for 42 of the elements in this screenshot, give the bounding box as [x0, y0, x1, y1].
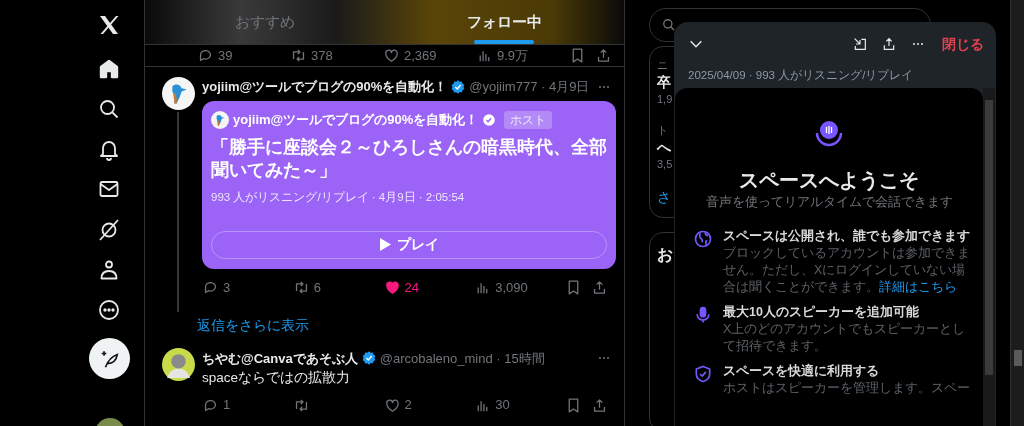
space-card[interactable]: yojiim@ツールでブログの90%を自動化！ ホスト 「勝手に座談会２～ひろしさんの暗黒時代、全部聞いてみた～」 993 人がリスニング/リプレイ · 4月9日 · 2:05:54 プレイ — [202, 101, 616, 269]
count: 24 — [404, 278, 419, 297]
space-stats: 993 人がリスニング/リプレイ · 4月9日 · 2:05:54 — [211, 189, 466, 205]
author-name[interactable]: ちやむ@Canvaであそぶ人 — [202, 348, 358, 368]
trend-text[interactable]: 3,5 — [657, 156, 673, 173]
count: 6 — [313, 278, 321, 297]
feature-title: 最大10人のスピーカーを追加可能 — [723, 303, 919, 321]
feature-text: X上のどのアカウントでもスピーカーとして招待できます。 — [723, 320, 967, 355]
feature-title: スペースは公開され、誰でも参加できます — [723, 227, 970, 245]
trend-text[interactable]: 1,9 — [657, 91, 673, 108]
count: 378 — [311, 46, 333, 65]
tweet-meta: @arcobaleno_mind · 15時間 — [379, 349, 545, 368]
count: 1 — [223, 396, 231, 415]
count: 3 — [223, 278, 231, 297]
count: 3,090 — [495, 278, 528, 297]
tweet-meta: @yojiim777 · 4月9日 — [469, 78, 590, 97]
author-name[interactable]: yojiim@ツールでブログの90%を自動化！ — [202, 77, 448, 97]
welcome-title: スペースへようこそ — [739, 168, 919, 192]
feature-text: ホストはスピーカーを管理します。スペー — [723, 379, 971, 397]
tweet-text: spaceならではの拡散力 — [202, 369, 351, 388]
host-name: yojiim@ツールでブログの90%を自動化！ — [233, 111, 479, 129]
close-button[interactable]: 閉じる — [942, 33, 984, 55]
space-info: 2025/04/09 · 993 人がリスニング/リプレイ — [687, 68, 914, 84]
welcome-subtitle: 音声を使ってリアルタイムで会話できます — [705, 193, 953, 211]
space-title: 「勝手に座談会２～ひろしさんの暗黒時代、全部聞いてみた～」 — [211, 135, 607, 182]
feature-text: ブロックしているアカウントは参加できません。ただし、Xにログインしていない場合は聞くことができます。詳細はこちら — [723, 244, 971, 296]
card-title: お — [657, 245, 673, 265]
count: 39 — [218, 46, 233, 65]
count: 30 — [495, 396, 510, 415]
learn-more-link[interactable]: 詳細はこちら — [879, 279, 957, 294]
count: 9.9万 — [497, 46, 529, 65]
host-badge: ホスト — [504, 110, 553, 129]
feature-title: スペースを快適に利用する — [723, 362, 879, 380]
trend-text[interactable]: 卒 — [657, 74, 671, 91]
count: 2 — [404, 396, 412, 415]
trend-text[interactable]: へ — [657, 139, 671, 156]
show-more-replies-link[interactable]: 返信をさらに表示 — [197, 316, 309, 337]
show-more-link[interactable]: さ — [657, 187, 671, 208]
trend-text[interactable]: ニ — [657, 57, 668, 74]
trend-text[interactable]: ト — [657, 122, 668, 139]
tab[interactable]: フォロー中 — [384, 0, 624, 44]
count: 2,369 — [404, 46, 437, 65]
